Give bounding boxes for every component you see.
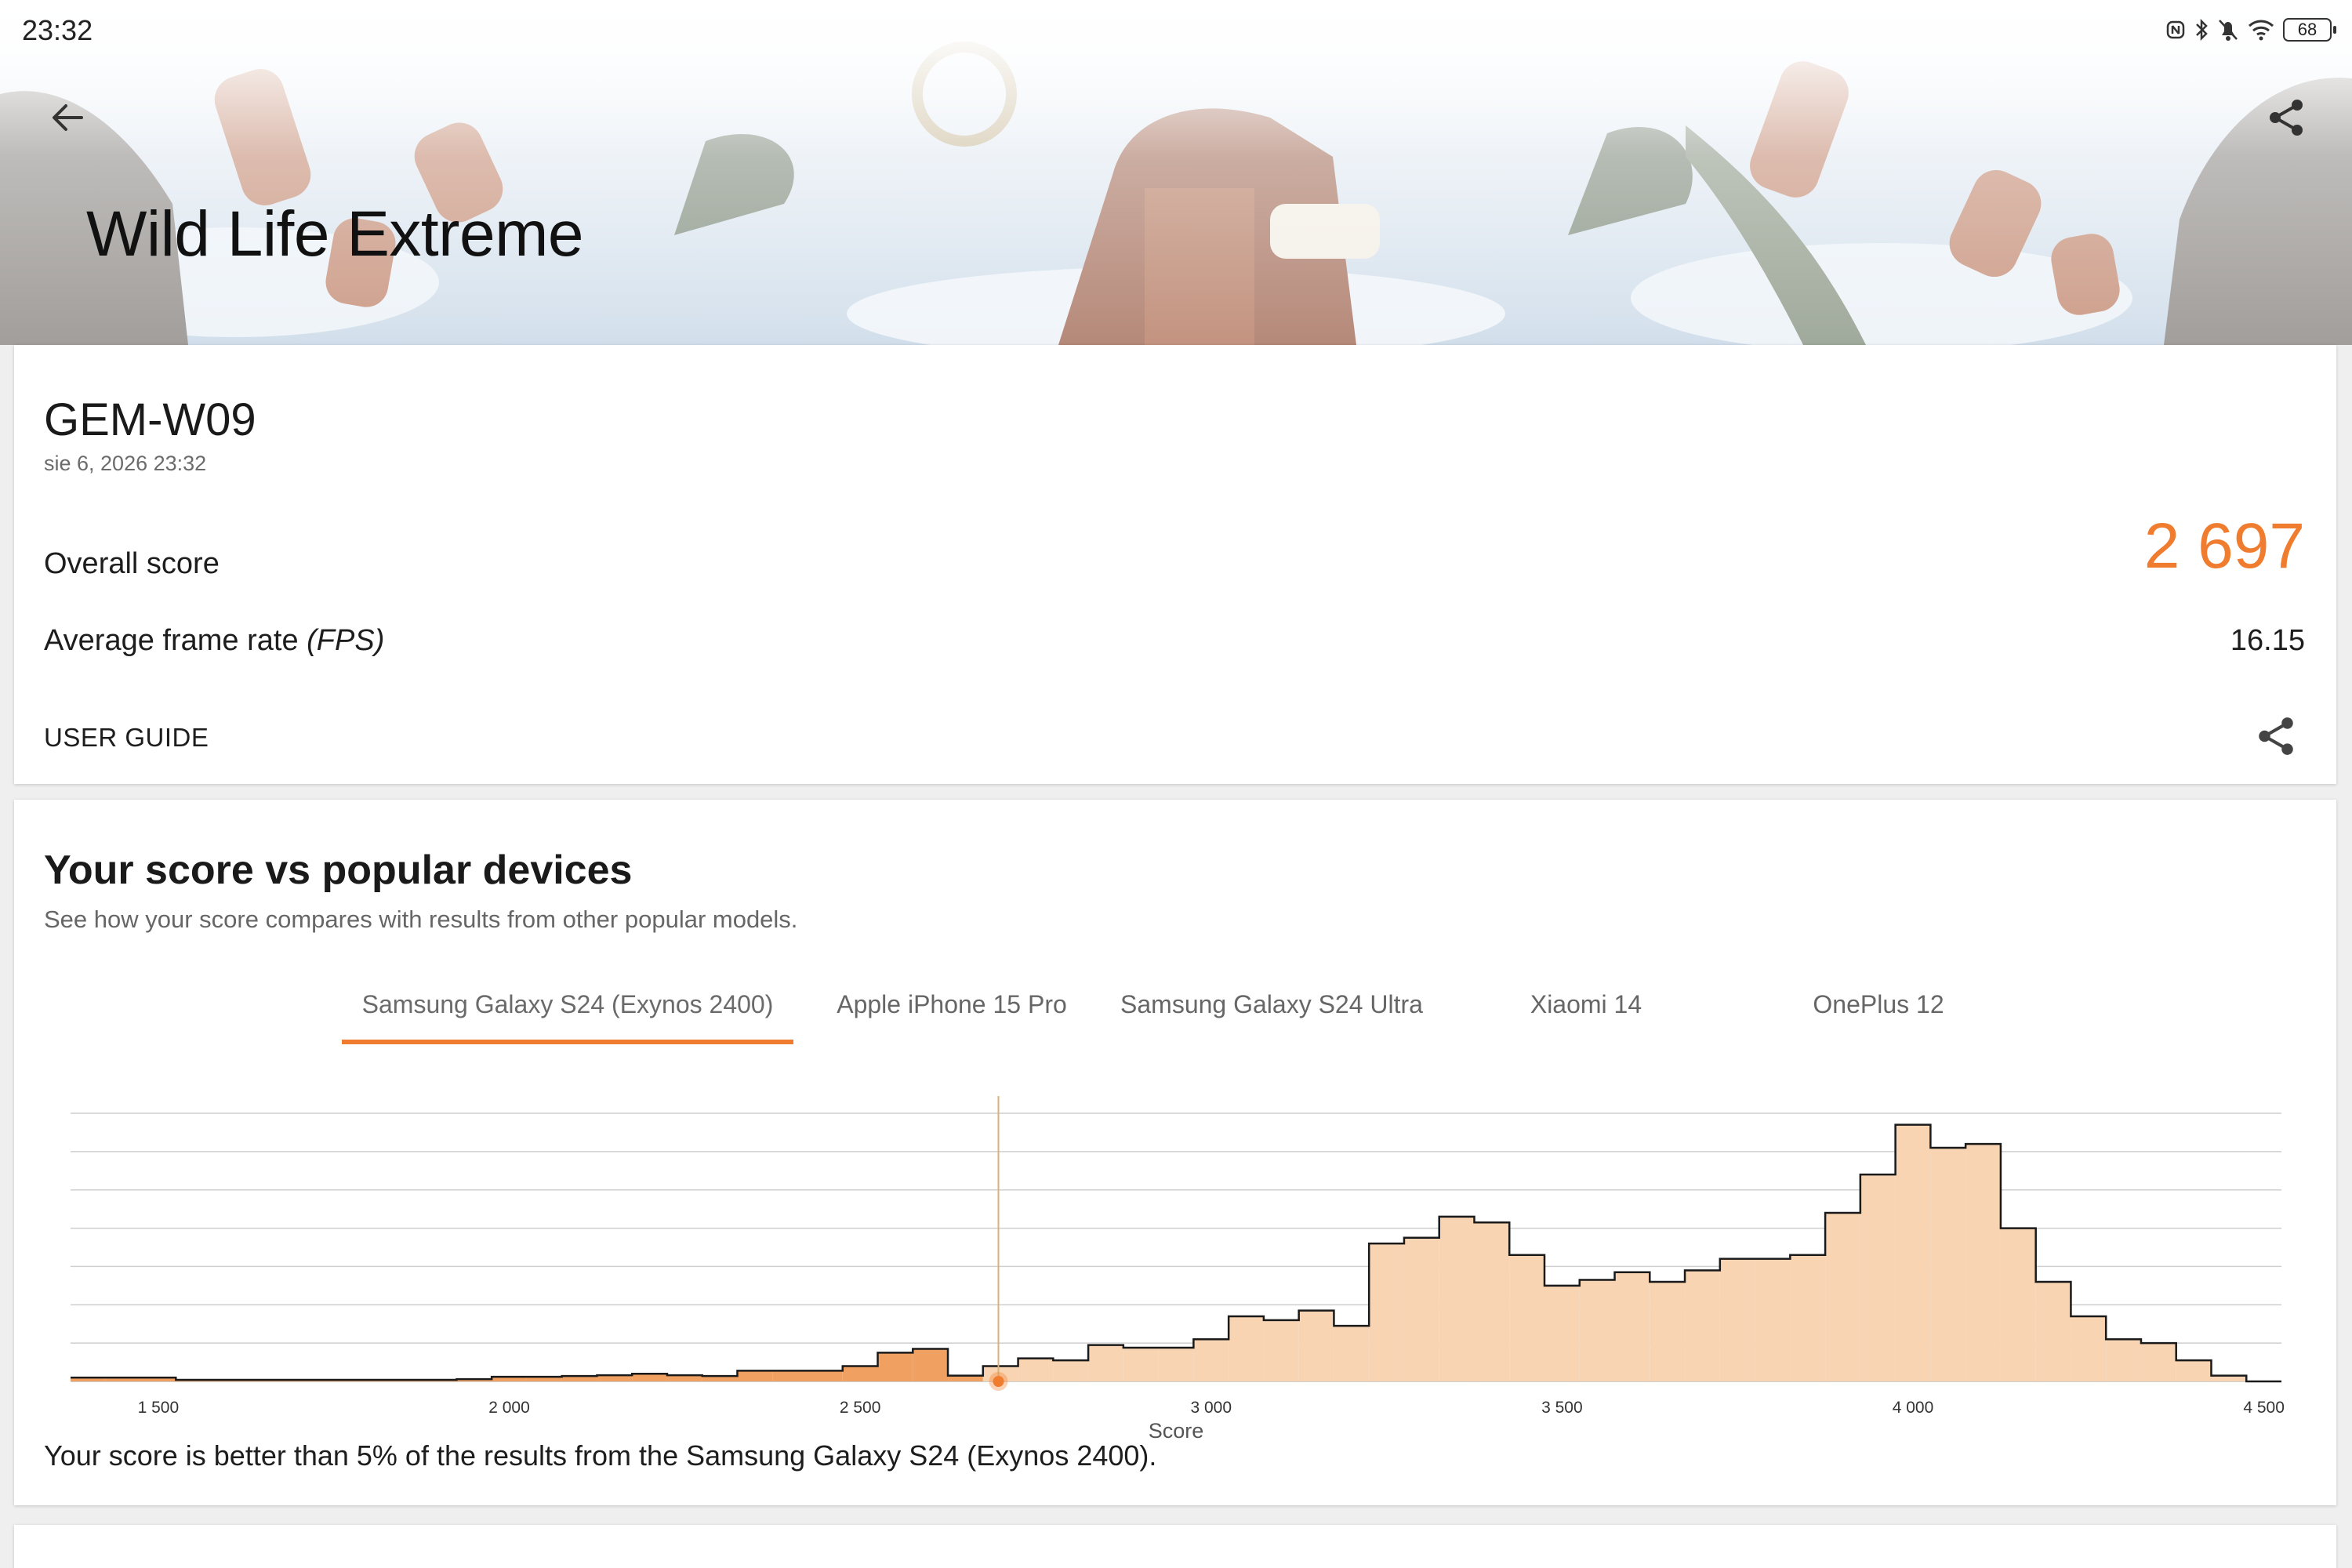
histogram-bar xyxy=(1790,1254,1826,1381)
histogram-bar xyxy=(1369,1243,1404,1381)
histogram-bar xyxy=(1403,1237,1439,1381)
page-title: Wild Life Extreme xyxy=(86,198,584,270)
overall-score-value: 2 697 xyxy=(2143,510,2305,582)
comparison-summary: Your score is better than 5% of the resu… xyxy=(44,1439,1157,1472)
x-tick-label: 3 000 xyxy=(1190,1399,1232,1417)
histogram-bar xyxy=(2106,1339,2141,1381)
bluetooth-icon xyxy=(2196,18,2208,42)
histogram-bar xyxy=(2000,1228,2036,1381)
histogram-bar xyxy=(808,1370,843,1381)
comparison-card: Your score vs popular devices See how yo… xyxy=(14,800,2336,1505)
histogram-bar xyxy=(1123,1348,1159,1381)
x-tick-label: 1 500 xyxy=(138,1399,180,1417)
tab-xiaomi-14[interactable]: Xiaomi 14 xyxy=(1488,985,1684,1052)
histogram-bar xyxy=(1825,1213,1860,1381)
histogram-bar xyxy=(1158,1348,1194,1381)
histogram-bar xyxy=(1860,1174,1896,1381)
histogram-bar xyxy=(1614,1272,1650,1381)
histogram-bar xyxy=(842,1366,878,1381)
result-card: GEM-W09 sie 6, 2026 23:32 Overall score … xyxy=(14,345,2336,784)
x-tick-label: 4 500 xyxy=(2243,1399,2285,1417)
tab-samsung-galaxy-s24-ultra[interactable]: Samsung Galaxy S24 Ultra xyxy=(1107,985,1436,1052)
x-tick-label: 2 500 xyxy=(840,1399,881,1417)
mute-bell-icon xyxy=(2219,20,2238,41)
result-date: sie 6, 2026 23:32 xyxy=(44,452,207,475)
histogram-bar xyxy=(2140,1343,2176,1381)
x-tick-label: 3 500 xyxy=(1541,1399,1583,1417)
hero-banner: 23:32 68 Wild Life Extreme xyxy=(0,0,2352,345)
histogram-bar xyxy=(1544,1285,1580,1381)
fps-label: Average frame rate (FPS) xyxy=(44,624,384,658)
tab-oneplus-12[interactable]: OnePlus 12 xyxy=(1777,985,1980,1052)
histogram-bar xyxy=(1439,1216,1475,1381)
histogram-bar xyxy=(2071,1316,2107,1381)
histogram-bar xyxy=(772,1370,808,1381)
device-name: GEM-W09 xyxy=(44,394,256,445)
histogram-bar xyxy=(737,1370,773,1381)
histogram-bar xyxy=(1650,1281,1686,1381)
share-icon[interactable] xyxy=(2264,96,2308,140)
back-arrow-icon[interactable] xyxy=(47,97,88,138)
histogram-bar xyxy=(1018,1358,1054,1381)
fps-label-text: Average frame rate xyxy=(44,624,307,657)
histogram-bar xyxy=(1053,1360,1089,1381)
status-icons: 68 xyxy=(2165,16,2336,44)
status-time: 23:32 xyxy=(22,14,93,46)
histogram-bar xyxy=(913,1348,949,1381)
histogram-bar xyxy=(877,1352,913,1381)
histogram-bar xyxy=(1685,1270,1720,1381)
tab-samsung-galaxy-s24-exynos[interactable]: Samsung Galaxy S24 (Exynos 2400) xyxy=(342,985,793,1052)
comparison-subtitle: See how your score compares with results… xyxy=(44,906,798,933)
wifi-icon xyxy=(2249,20,2274,41)
histogram-bar xyxy=(1509,1254,1544,1381)
histogram-bar xyxy=(2035,1281,2071,1381)
histogram-bar xyxy=(1895,1124,1931,1381)
overall-score-label: Overall score xyxy=(44,547,220,580)
fps-label-unit: (FPS) xyxy=(307,624,385,657)
next-card xyxy=(14,1525,2336,1568)
x-tick-label: 2 000 xyxy=(488,1399,530,1417)
histogram-bar xyxy=(1930,1147,1966,1381)
histogram-bar xyxy=(1965,1144,2001,1381)
score-distribution-chart: 1 500 2 000 2 500 3 000 3 500 4 000 4 500 Score xyxy=(14,1082,2336,1443)
histogram-svg: 1 500 2 000 2 500 3 000 3 500 4 000 4 500Score xyxy=(71,1096,2285,1443)
histogram-bar xyxy=(1334,1326,1370,1381)
histogram-bar xyxy=(1719,1258,1755,1381)
battery-icon: 68 xyxy=(2283,18,2336,42)
share-result-icon[interactable] xyxy=(2253,713,2299,759)
histogram-bar xyxy=(1755,1258,1791,1381)
histogram-bar xyxy=(1474,1222,1510,1381)
histogram-bar xyxy=(1298,1310,1334,1381)
comparison-title: Your score vs popular devices xyxy=(44,848,633,893)
histogram-bar xyxy=(1229,1316,1264,1381)
nfc-icon xyxy=(2166,20,2185,39)
user-guide-link[interactable]: USER GUIDE xyxy=(44,723,209,753)
histogram-bar xyxy=(1193,1339,1229,1381)
your-score-dot xyxy=(993,1376,1004,1387)
histogram-bar xyxy=(1088,1345,1123,1381)
histogram-bar xyxy=(1579,1279,1615,1381)
tab-apple-iphone-15-pro[interactable]: Apple iPhone 15 Pro xyxy=(818,985,1085,1052)
histogram-bar xyxy=(632,1374,667,1381)
hero-fade-overlay xyxy=(0,0,2352,345)
histogram-bar xyxy=(2176,1360,2212,1381)
device-tabs: Samsung Galaxy S24 (Exynos 2400) Apple i… xyxy=(14,985,2336,1055)
x-tick-label: 4 000 xyxy=(1893,1399,1934,1417)
histogram-bar xyxy=(1263,1319,1299,1381)
fps-value: 16.15 xyxy=(2230,624,2305,657)
